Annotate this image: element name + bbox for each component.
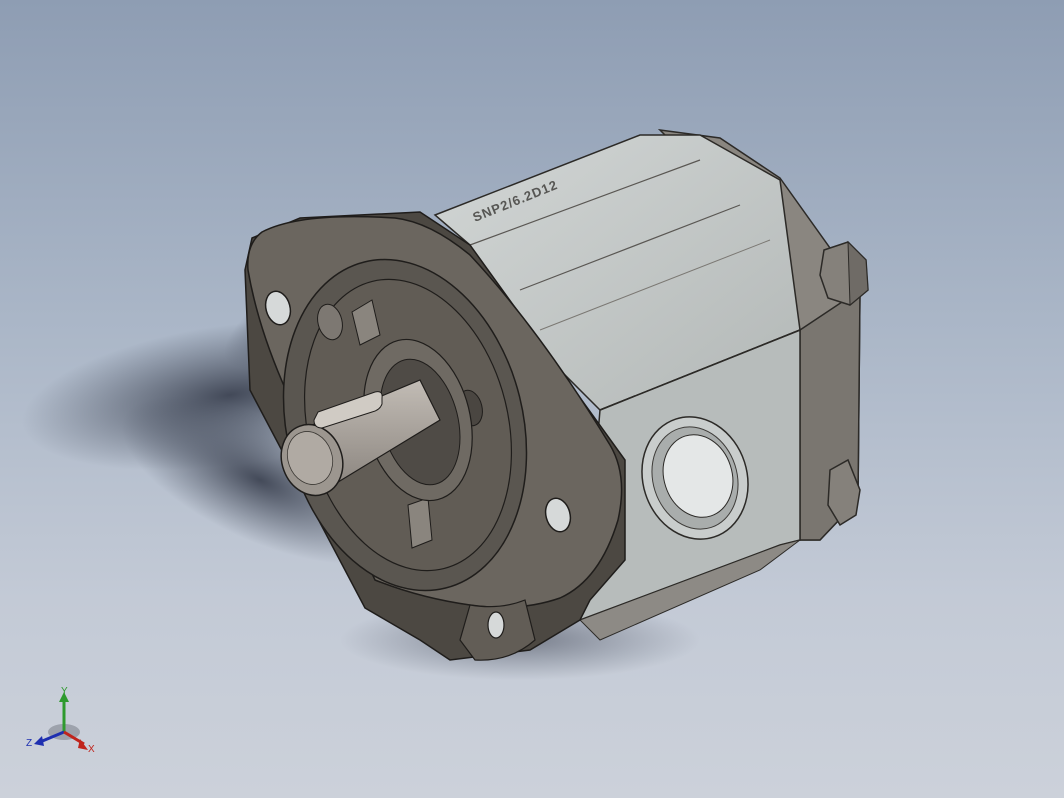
x-axis-label: X xyxy=(88,744,95,755)
coordinate-triad[interactable]: Y Z X xyxy=(24,684,104,756)
z-axis-label: Z xyxy=(26,738,32,749)
y-axis-label: Y xyxy=(61,686,68,697)
cad-viewport[interactable]: SNP2/6.2D12 Y Z X xyxy=(0,0,1064,798)
gear-pump-model[interactable]: SNP2/6.2D12 xyxy=(0,0,1064,798)
z-axis-head xyxy=(34,736,44,746)
